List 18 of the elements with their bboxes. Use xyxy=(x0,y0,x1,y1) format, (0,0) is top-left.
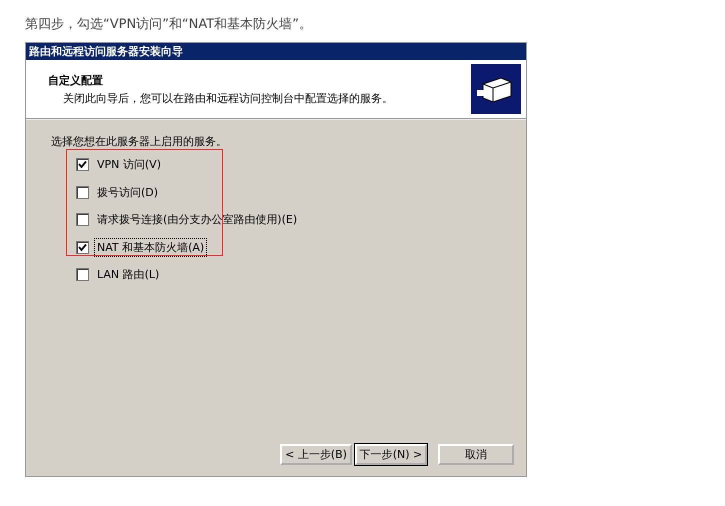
window-title: 路由和远程访问服务器安装向导 xyxy=(26,43,526,60)
wizard-button[interactable]: 取消 xyxy=(438,444,514,465)
prompt-text: 选择您想在此服务器上启用的服务。 xyxy=(51,134,228,149)
network-box-icon xyxy=(471,64,521,114)
option-label[interactable]: LAN 路由(L) xyxy=(94,265,162,284)
wizard-button[interactable]: < 上一步(B) xyxy=(280,444,352,465)
page-subtitle: 关闭此向导后，您可以在路由和远程访问控制台中配置选择的服务。 xyxy=(62,90,393,106)
wizard-button[interactable]: 下一步(N) > xyxy=(355,444,427,465)
checkbox[interactable] xyxy=(76,158,89,172)
checkbox[interactable] xyxy=(76,186,89,199)
checkbox[interactable] xyxy=(76,213,89,226)
checkbox[interactable] xyxy=(76,240,89,254)
checkbox[interactable] xyxy=(76,268,89,282)
instruction-text: 第四步，勾选“VPN访问”和“NAT和基本防火墙”。 xyxy=(25,17,312,32)
option-label[interactable]: VPN 访问(V) xyxy=(94,155,164,174)
option-label[interactable]: NAT 和基本防火墙(A) xyxy=(94,238,208,257)
option-label[interactable]: 拨号访问(D) xyxy=(94,182,162,202)
page-title: 自定义配置 xyxy=(48,72,104,88)
